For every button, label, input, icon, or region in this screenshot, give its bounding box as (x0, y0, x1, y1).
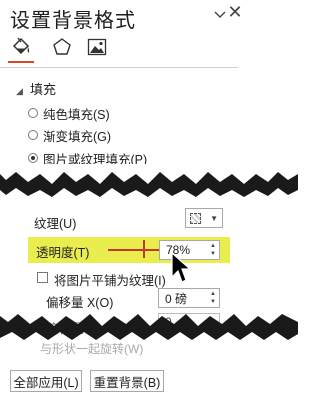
chevron-down-icon: ▼ (210, 213, 218, 223)
close-button[interactable]: ✕ (226, 2, 244, 23)
spin-arrows-icon[interactable]: ▲ ▼ (209, 242, 217, 258)
tile-checkbox[interactable] (37, 272, 48, 283)
mouse-cursor-icon (171, 251, 192, 283)
texture-swatch (190, 212, 201, 224)
spin-arrows-icon[interactable]: ▲ ▼ (209, 290, 217, 306)
tile-label: 将图片平铺为纹理(I) (54, 274, 166, 288)
offset-x-value[interactable]: 0 磅 (165, 290, 187, 307)
transparency-slider-thumb[interactable] (143, 240, 145, 258)
texture-dropdown[interactable]: ▼ (185, 208, 223, 228)
collapse-caret-icon[interactable]: ◢ (16, 86, 23, 97)
radio-button[interactable] (28, 108, 38, 118)
offset-x-spinner[interactable]: 0 磅 ▲ ▼ (158, 288, 220, 308)
torn-edge (0, 164, 298, 197)
fill-bucket-icon[interactable] (10, 36, 32, 58)
pane-title: 设置背景格式 (10, 10, 136, 32)
transparency-label: 透明度(T) (36, 246, 90, 260)
transparency-slider-track[interactable] (108, 249, 164, 251)
apply-all-button[interactable]: 全部应用(L) (10, 370, 82, 392)
divider (0, 67, 238, 68)
reset-background-button[interactable]: 重置背景(B) (90, 370, 164, 392)
radio-label: 渐变填充(G) (43, 129, 112, 144)
active-tab-indicator (8, 61, 34, 63)
radio-label: 纯色填充(S) (43, 107, 110, 122)
rotate-with-shape-label: 与形状一起旋转(W) (40, 342, 144, 356)
picture-icon[interactable] (86, 36, 108, 58)
radio-button[interactable] (28, 130, 38, 140)
radio-gradient-fill[interactable]: 渐变填充(G) (28, 126, 111, 144)
pentagon-icon[interactable] (51, 36, 73, 58)
texture-label: 纹理(U) (34, 217, 77, 231)
fill-section-title[interactable]: 填充 (30, 79, 56, 98)
radio-solid-fill[interactable]: 纯色填充(S) (28, 104, 110, 122)
